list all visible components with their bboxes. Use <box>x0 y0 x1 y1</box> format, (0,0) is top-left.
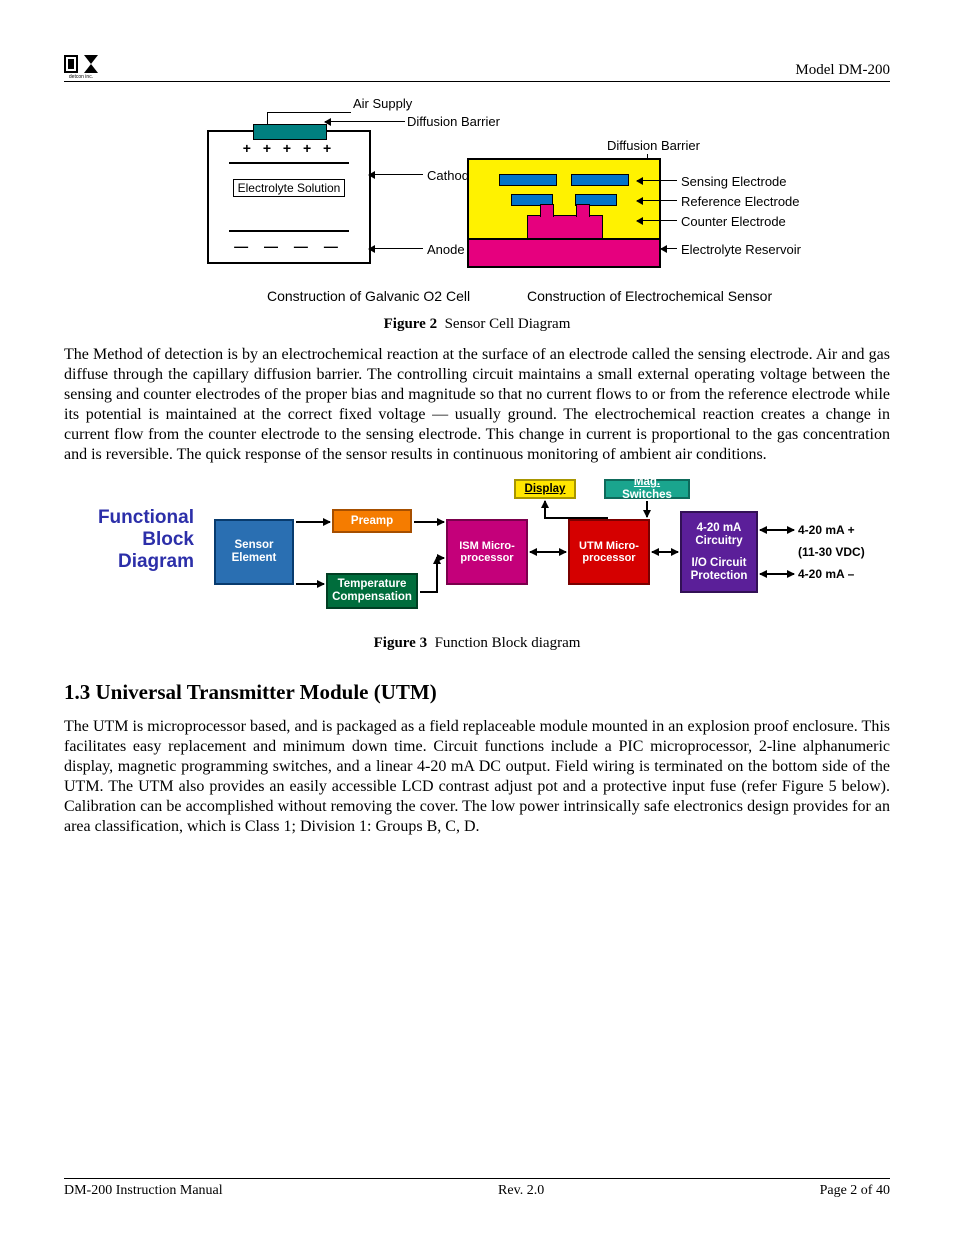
paragraph-detection-method: The Method of detection is by an electro… <box>64 345 890 465</box>
label-counter: Counter Electrode <box>681 214 786 229</box>
figure-2-diagram: Air Supply Diffusion Barrier + + + + + E… <box>167 100 787 310</box>
section-1-3-title: 1.3 Universal Transmitter Module (UTM) <box>64 680 890 705</box>
page-header: detcon inc. Model DM-200 <box>64 55 890 82</box>
block-utm-microprocessor: UTM Micro-processor <box>568 519 650 585</box>
io-bot-label: I/O Circuit Protection <box>688 557 750 582</box>
label-reference: Reference Electrode <box>681 194 800 209</box>
anode-dash-row: — — — — <box>209 238 369 254</box>
model-label: Model DM-200 <box>795 62 890 79</box>
page-footer: DM-200 Instruction Manual Rev. 2.0 Page … <box>64 1178 890 1199</box>
label-air-supply: Air Supply <box>353 96 412 111</box>
label-sensing: Sensing Electrode <box>681 174 787 189</box>
footer-left: DM-200 Instruction Manual <box>64 1183 223 1199</box>
label-anode: Anode <box>427 242 465 257</box>
arrow-diffusion-left <box>325 121 405 122</box>
label-reservoir: Electrolyte Reservoir <box>681 242 801 257</box>
sub-galvanic: Construction of Galvanic O2 Cell <box>267 288 470 304</box>
company-logo-icon: detcon inc. <box>64 55 98 79</box>
reservoir-base <box>469 238 659 266</box>
figure-2-caption: Figure 2 Sensor Cell Diagram <box>64 316 890 333</box>
block-temp-compensation: Temperature Compensation <box>326 573 418 609</box>
logo-caption: detcon inc. <box>64 74 98 80</box>
galvanic-cell: + + + + + Electrolyte Solution — — — — <box>207 130 371 264</box>
paragraph-utm: The UTM is microprocessor based, and is … <box>64 717 890 837</box>
cathode-plus-row: + + + + + <box>209 140 369 156</box>
functional-block-title: Functional Block Diagram <box>64 507 194 573</box>
block-sensor-element: Sensor Element <box>214 519 294 585</box>
block-io: 4-20 mA Circuitry I/O Circuit Protection <box>680 511 758 593</box>
footer-center: Rev. 2.0 <box>498 1183 544 1199</box>
footer-right: Page 2 of 40 <box>820 1183 890 1199</box>
electrolyte-label: Electrolyte Solution <box>209 182 369 194</box>
label-diffusion-left: Diffusion Barrier <box>407 114 500 129</box>
sensing-bar <box>571 174 629 186</box>
sub-electrochem: Construction of Electrochemical Sensor <box>527 288 772 304</box>
block-ism-microprocessor: ISM Micro-processor <box>446 519 528 585</box>
label-diffusion-right: Diffusion Barrier <box>607 138 700 153</box>
io-label-3: 4-20 mA – <box>798 567 854 581</box>
figure-3-caption: Figure 3 Function Block diagram <box>64 635 890 652</box>
block-preamp: Preamp <box>332 509 412 533</box>
block-mag-switches: Mag. Switches <box>604 479 690 499</box>
figure-3-diagram: Functional Block Diagram Sensor Element … <box>64 479 890 629</box>
block-display: Display <box>514 479 576 499</box>
diffusion-barrier-cap <box>253 124 327 140</box>
sensing-bar <box>499 174 557 186</box>
electrochemical-cell <box>467 158 661 268</box>
io-top-label: 4-20 mA Circuitry <box>688 522 750 547</box>
io-label-2: (11-30 VDC) <box>798 545 865 559</box>
io-label-1: 4-20 mA + <box>798 523 855 537</box>
